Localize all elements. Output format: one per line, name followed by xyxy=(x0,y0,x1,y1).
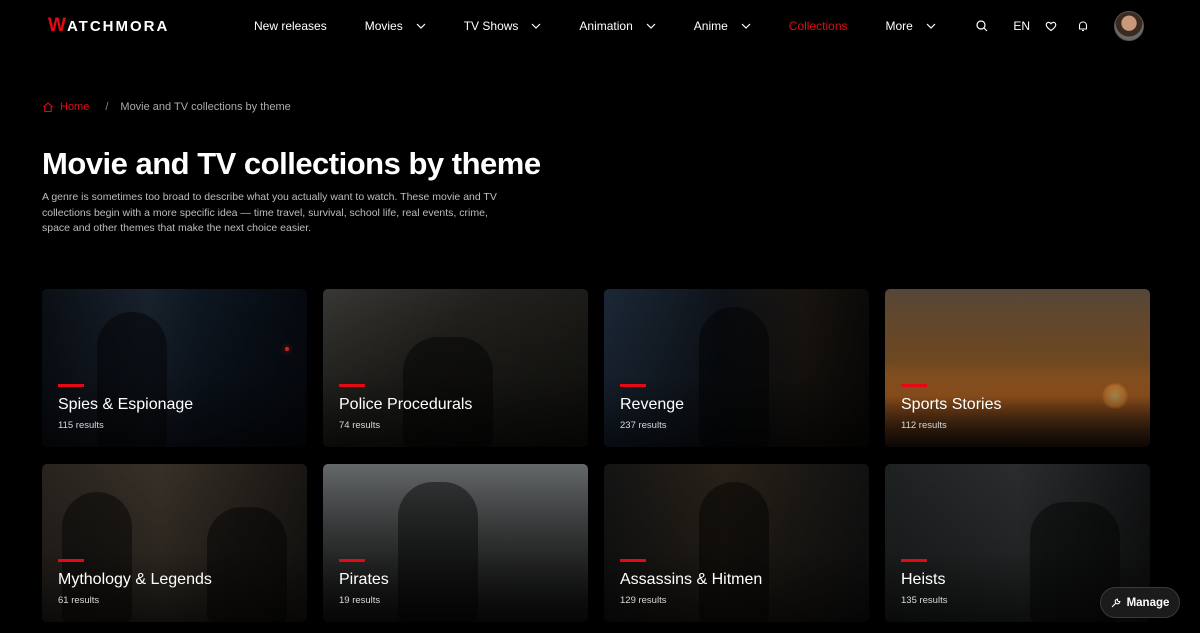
breadcrumb-separator: / xyxy=(105,101,109,113)
page-description: A genre is sometimes too broad to descri… xyxy=(42,191,497,234)
collection-title: Heists xyxy=(901,571,946,588)
nav-label: Movies xyxy=(364,19,403,33)
collection-count: 237 results xyxy=(620,420,667,431)
nav-new-releases[interactable]: New releases xyxy=(254,19,327,33)
logo-text: ATCHMORA xyxy=(66,17,170,35)
collection-title: Police Procedurals xyxy=(339,396,473,413)
nav-label: TV Shows xyxy=(463,19,519,33)
accent-bar xyxy=(339,384,365,387)
chevron-down-icon xyxy=(416,23,426,29)
chevron-down-icon xyxy=(741,23,751,29)
collection-card-spies[interactable]: Spies & Espionage 115 results xyxy=(42,289,307,447)
logo-mark: W xyxy=(48,15,66,36)
collection-title: Revenge xyxy=(620,396,685,413)
breadcrumb-home-label: Home xyxy=(60,101,90,113)
collection-card-revenge[interactable]: Revenge 237 results xyxy=(604,289,869,447)
collection-count: 19 results xyxy=(339,595,381,606)
nav-tv-shows[interactable]: TV Shows xyxy=(464,19,542,33)
collections-grid: Spies & Espionage 115 results Police Pro… xyxy=(42,289,1150,622)
header-actions: EN xyxy=(975,10,1144,42)
manage-button[interactable]: Manage xyxy=(1100,587,1180,618)
collection-count: 129 results xyxy=(620,595,667,606)
nav-animation[interactable]: Animation xyxy=(579,19,656,33)
chevron-down-icon xyxy=(926,23,936,29)
collection-title: Mythology & Legends xyxy=(58,571,212,588)
accent-bar xyxy=(620,384,646,387)
logo[interactable]: W ATCHMORA xyxy=(48,15,170,36)
accent-bar xyxy=(901,384,927,387)
collection-card-assassins[interactable]: Assassins & Hitmen 129 results xyxy=(604,464,869,622)
nav-label: Animation xyxy=(579,19,633,33)
chevron-down-icon xyxy=(531,23,541,29)
manage-label: Manage xyxy=(1126,596,1170,609)
collection-count: 112 results xyxy=(901,420,947,431)
main-nav: New releases Movies TV Shows Animation A… xyxy=(254,0,974,52)
accent-bar xyxy=(58,559,84,562)
collection-count: 115 results xyxy=(58,420,104,431)
nav-collections[interactable]: Collections xyxy=(789,19,848,33)
search-icon[interactable] xyxy=(975,19,989,33)
accent-bar xyxy=(901,559,927,562)
page-title: Movie and TV collections by theme xyxy=(42,146,541,181)
nav-label: Anime xyxy=(693,19,728,33)
collection-count: 61 results xyxy=(58,595,100,606)
nav-anime[interactable]: Anime xyxy=(694,19,751,33)
accent-bar xyxy=(620,559,646,562)
avatar[interactable] xyxy=(1114,11,1144,41)
bell-icon[interactable] xyxy=(1076,19,1090,33)
chevron-down-icon xyxy=(646,23,656,29)
collection-card-mythology[interactable]: Mythology & Legends 61 results xyxy=(42,464,307,622)
collection-card-pirates[interactable]: Pirates 19 results xyxy=(323,464,588,622)
collection-card-police[interactable]: Police Procedurals 74 results xyxy=(323,289,588,447)
nav-label: Collections xyxy=(788,19,848,33)
collection-count: 135 results xyxy=(901,595,948,606)
nav-more[interactable]: More xyxy=(886,19,936,33)
nav-movies[interactable]: Movies xyxy=(365,19,426,33)
language-selector[interactable]: EN xyxy=(1013,19,1030,33)
nav-label: More xyxy=(885,19,913,33)
nav-label: New releases xyxy=(254,19,327,33)
accent-bar xyxy=(339,559,365,562)
collection-count: 74 results xyxy=(339,420,381,431)
accent-bar xyxy=(58,384,84,387)
collection-card-sports[interactable]: Sports Stories 112 results xyxy=(885,289,1150,447)
top-navbar: W ATCHMORA New releases Movies TV Shows A… xyxy=(0,0,1200,52)
breadcrumb-home[interactable]: Home xyxy=(42,101,89,113)
breadcrumb-current: Movie and TV collections by theme xyxy=(120,101,291,113)
home-icon xyxy=(43,102,53,113)
collection-title: Assassins & Hitmen xyxy=(620,571,763,588)
wrench-icon xyxy=(1111,598,1120,607)
heart-icon[interactable] xyxy=(1044,19,1058,33)
collection-title: Sports Stories xyxy=(901,396,1002,413)
breadcrumb: Home / Movie and TV collections by theme xyxy=(42,101,291,113)
collection-title: Spies & Espionage xyxy=(58,396,194,413)
collection-title: Pirates xyxy=(339,571,389,588)
